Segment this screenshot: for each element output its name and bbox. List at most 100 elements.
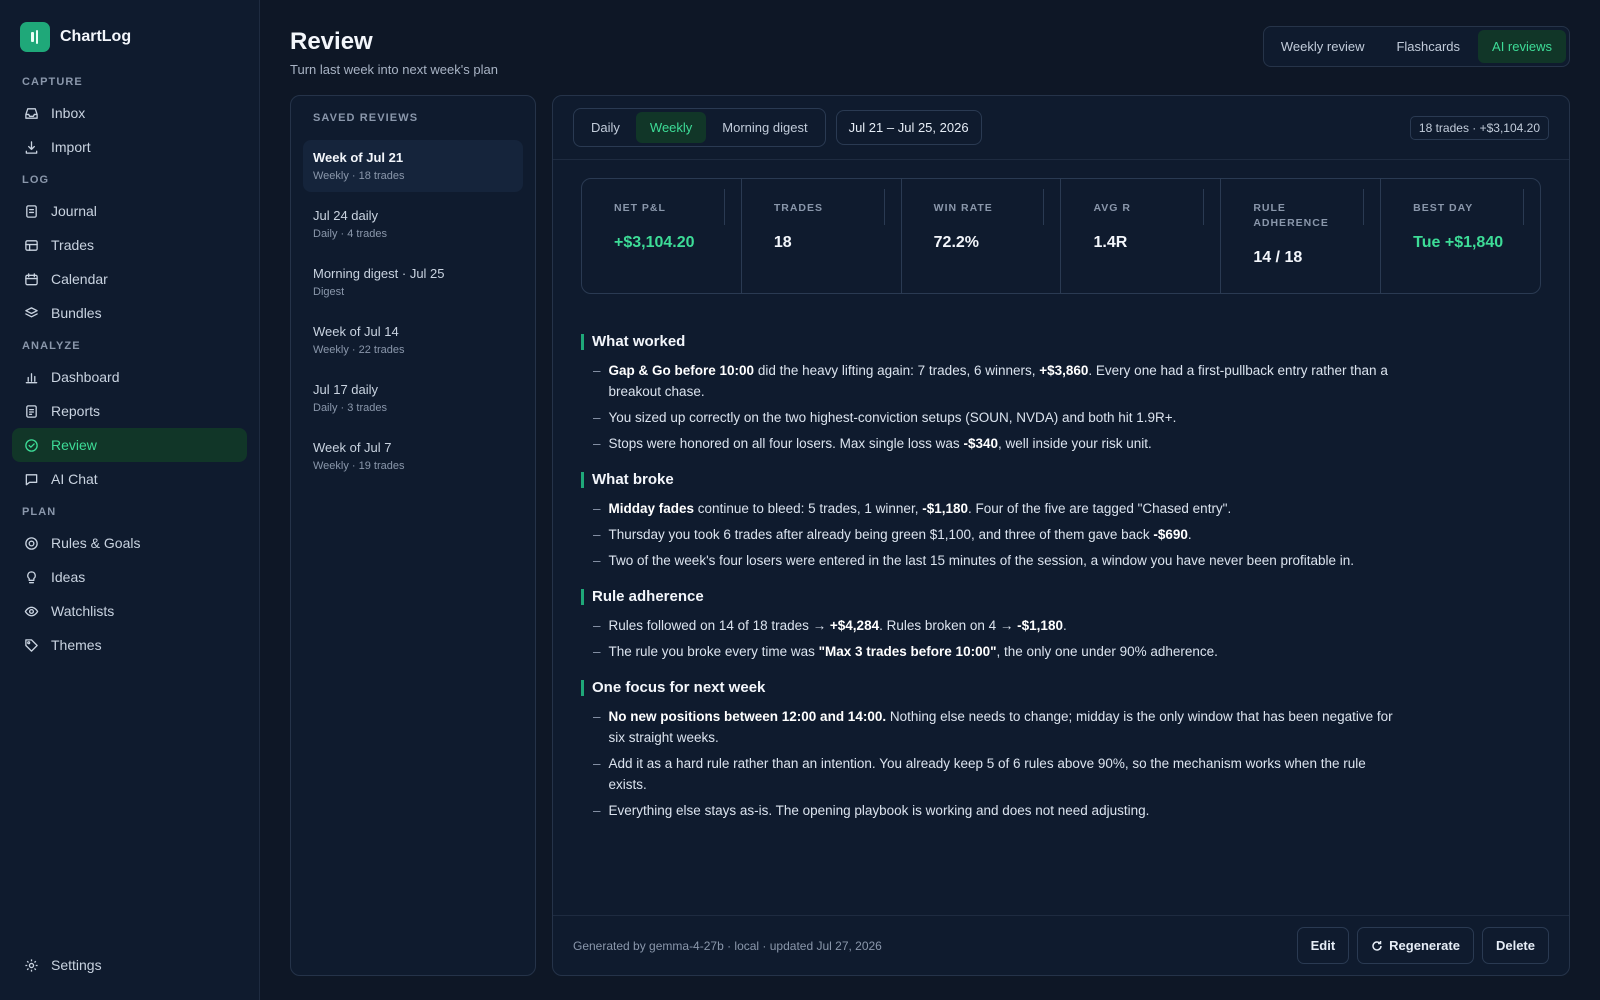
bullet-text: Everything else stays as-is. The opening… [609,800,1150,821]
sidebar-item-themes[interactable]: Themes [12,628,247,662]
sidebar-item-label: Rules & Goals [51,535,141,551]
tab-ai-reviews[interactable]: AI reviews [1478,30,1566,63]
sidebar-item-calendar[interactable]: Calendar [12,262,247,296]
mode-selector: Daily Weekly Morning digest [573,108,826,147]
saved-review-item[interactable]: Week of Jul 14 Weekly · 22 trades [303,314,523,366]
table-icon [25,239,38,251]
sidebar-item-bundles[interactable]: Bundles [12,296,247,330]
sidebar-item-label: Inbox [51,105,86,121]
bullet-emphasis: +$4,284 [829,618,880,633]
bullet-segment: did the heavy lifting again: 7 trades, 6… [754,363,1040,378]
saved-review-title: Week of Jul 7 [313,440,392,455]
sidebar-item-review[interactable]: Review [12,428,247,462]
brand-name: ChartLog [60,28,132,45]
bullet-emphasis: Midday fades [608,501,695,516]
sidebar: ChartLog CAPTURE Inbox Import LOG Journal Tra… [0,0,260,1000]
sidebar-item-label: Review [51,437,97,453]
mode-morning-digest[interactable]: Morning digest [708,112,821,143]
bullet-segment: You sized up correctly on the two highes… [608,410,1177,425]
sidebar-item-rules-goals[interactable]: Rules & Goals [12,526,247,560]
delete-button[interactable]: Delete [1481,927,1549,964]
sidebar-item-label: Watchlists [51,603,115,619]
sidebar-item-label: Import [51,139,91,155]
stat-value: 72.2% [933,234,980,251]
stat-label: TRADES [773,202,823,214]
journal-icon [26,204,37,218]
bullet-dash: – [593,803,601,818]
saved-review-item[interactable]: Jul 24 daily Daily · 4 trades [303,198,523,250]
review-body: What worked – Gap & Go before 10:00 did th… [553,294,1569,821]
bullet-dash: – [593,709,601,724]
regenerate-label: Regenerate [1389,938,1460,953]
saved-review-title: Week of Jul 21 [313,150,404,165]
nav-group-heading: CAPTURE [22,76,83,88]
bullet-item: – No new positions between 12:00 and 14:0… [593,706,1393,748]
edit-label: Edit [1310,938,1336,953]
refresh-icon [1372,940,1382,951]
nav-group-heading: LOG [22,174,50,186]
sidebar-item-label: Reports [51,403,101,419]
bullet-text: Stops were honored on all four losers. M… [609,433,1152,454]
date-range-button[interactable]: Jul 21 – Jul 25, 2026 [835,110,982,145]
sidebar-item-reports[interactable]: Reports [12,394,247,428]
bullet-dash: – [593,553,601,568]
saved-review-item[interactable]: Jul 17 daily Daily · 3 trades [303,372,523,424]
bullet-text: No new positions between 12:00 and 14:00… [609,706,1393,748]
stat-card: NET P&L +$3,104.20 [582,179,741,293]
tab-weekly-review[interactable]: Weekly review [1267,30,1379,63]
tab-flashcards[interactable]: Flashcards [1382,30,1474,63]
sidebar-item-watchlists[interactable]: Watchlists [12,594,247,628]
sidebar-item-settings[interactable]: Settings [12,948,247,982]
saved-review-item[interactable]: Week of Jul 21 Weekly · 18 trades [303,140,523,192]
bullet-dash: – [593,410,601,425]
bullet-segment: . [1062,618,1067,633]
review-tabs: Weekly review Flashcards AI reviews [1262,26,1570,67]
bullet-emphasis: -$1,180 [922,501,968,516]
sidebar-item-label: Bundles [51,305,102,321]
stat-label: NET P&L [614,202,666,214]
brand[interactable]: ChartLog [12,20,247,66]
sidebar-item-journal[interactable]: Journal [12,194,247,228]
regenerate-button[interactable]: Regenerate [1357,927,1474,964]
tag-icon [25,638,38,652]
bullet-emphasis: No new positions between 12:00 and 14:00… [608,709,887,724]
sidebar-item-label: Themes [51,637,102,653]
sidebar-item-label: Settings [51,957,102,973]
bar-chart-icon [25,372,38,383]
saved-review-title: Morning digest · Jul 25 [313,266,445,281]
bullet-dash: – [593,618,601,633]
bullet-text: The rule you broke every time was "Max 3… [609,641,1218,662]
edit-button[interactable]: Edit [1296,927,1350,964]
bullet-item: – Midday fades continue to bleed: 5 trade… [593,498,1393,519]
sidebar-item-ai-chat[interactable]: AI Chat [12,462,247,496]
saved-review-item[interactable]: Week of Jul 7 Weekly · 19 trades [303,430,523,482]
chartlog-logo-icon [20,22,50,52]
saved-review-item[interactable]: Morning digest · Jul 25 Digest [303,256,523,308]
section-title: One focus for next week [581,680,1541,696]
sidebar-item-label: AI Chat [51,471,98,487]
bullet-segment: Everything else stays as-is. The opening… [608,803,1150,818]
mode-daily[interactable]: Daily [577,112,634,143]
stat-value: 1.4R [1093,234,1128,251]
sidebar-item-inbox[interactable]: Inbox [12,96,247,130]
bullet-dash: – [593,436,601,451]
stat-label: BEST DAY [1413,202,1474,214]
main-area: Review Turn last week into next week's p… [260,0,1600,1000]
sidebar-item-import[interactable]: Import [12,130,247,164]
stat-value: 14 / 18 [1253,249,1303,266]
stats-row: NET P&L +$3,104.20 TRADES 18 WIN RATE 72.2% AV… [581,178,1541,294]
sidebar-item-ideas[interactable]: Ideas [12,560,247,594]
bullet-text: Two of the week's four losers were enter… [609,550,1355,571]
mode-weekly[interactable]: Weekly [635,112,707,143]
saved-reviews-heading: SAVED REVIEWS [313,112,419,124]
delete-label: Delete [1495,938,1535,953]
saved-review-meta: Weekly · 22 trades [313,344,405,356]
sidebar-item-trades[interactable]: Trades [12,228,247,262]
bullet-item: – The rule you broke every time was "Max … [593,641,1393,662]
summary-badge: 18 trades · +$3,104.20 [1409,115,1549,140]
stat-card: WIN RATE 72.2% [900,179,1061,293]
calendar-icon [25,272,38,285]
sidebar-item-dashboard[interactable]: Dashboard [12,360,247,394]
gear-icon [25,958,38,972]
stat-card: RULE ADHERENCE 14 / 18 [1220,179,1380,293]
